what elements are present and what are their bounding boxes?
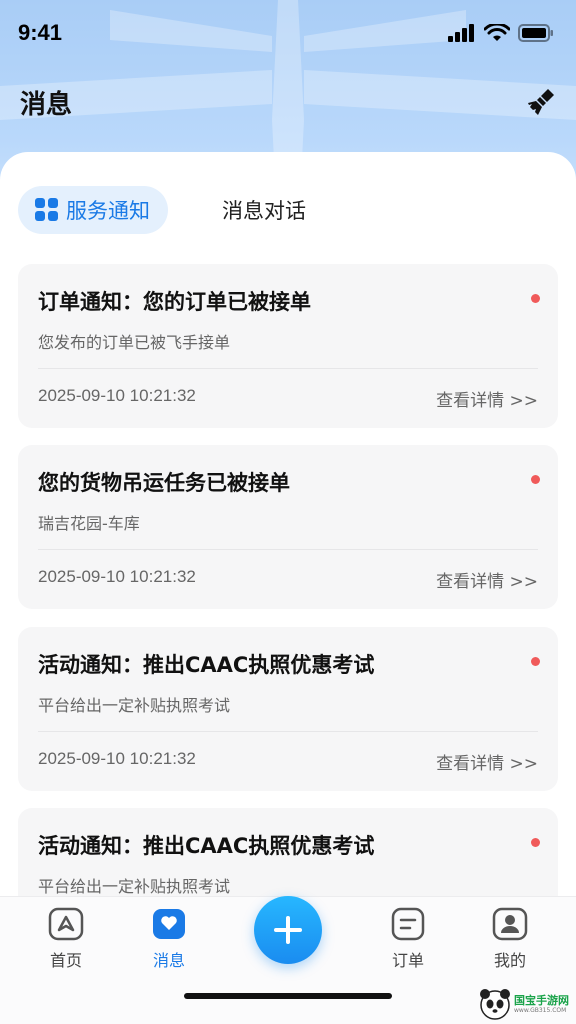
watermark-name: 国宝手游网 [514, 993, 569, 1007]
divider [38, 731, 538, 732]
message-time: 2025-09-10 10:21:32 [38, 386, 196, 405]
message-time: 2025-09-10 10:21:32 [38, 749, 196, 768]
divider [38, 549, 538, 550]
message-subtitle: 平台给出一定补贴执照考试 [38, 877, 231, 896]
view-details-link[interactable]: 查看详情 >> [436, 749, 538, 774]
signal-icon [448, 24, 474, 42]
tab-message-chat[interactable]: 消息对话 [222, 195, 306, 225]
publish-plus-button[interactable] [254, 896, 322, 964]
site-watermark: 国宝手游网 www.GB315.COM [478, 984, 574, 1024]
message-title: 订单通知：您的订单已被接单 [38, 290, 311, 314]
panda-logo-icon [480, 989, 510, 1020]
publish-button-area [0, 896, 576, 976]
view-details-link[interactable]: 查看详情 >> [436, 386, 538, 411]
message-time: 2025-09-10 10:21:32 [38, 567, 196, 586]
unread-dot [531, 657, 540, 666]
message-title: 活动通知：推出CAAC执照优惠考试 [38, 834, 375, 858]
message-subtitle: 瑞吉花园-车库 [38, 514, 140, 533]
status-bar: 9:41 [0, 0, 576, 66]
home-indicator [184, 993, 392, 999]
plus-icon [274, 916, 302, 944]
message-title: 您的货物吊运任务已被接单 [38, 471, 290, 495]
status-time: 9:41 [18, 20, 63, 45]
wifi-icon [484, 24, 510, 41]
battery-icon [518, 24, 553, 42]
message-subtitle: 您发布的订单已被飞手接单 [38, 333, 231, 352]
message-card[interactable]: 订单通知：您的订单已被接单 您发布的订单已被飞手接单 2025-09-10 10… [18, 264, 558, 428]
watermark-url: www.GB315.COM [514, 1006, 567, 1014]
clear-broom-icon[interactable] [526, 86, 558, 118]
content-sheet: 服务通知 消息对话 订单通知：您的订单已被接单 您发布的订单已被飞手接单 202… [0, 152, 576, 1024]
tab-service-notice-label: 服务通知 [66, 199, 150, 223]
message-subtitle: 平台给出一定补贴执照考试 [38, 696, 231, 715]
page-title: 消息 [20, 89, 73, 120]
unread-dot [531, 838, 540, 847]
message-card[interactable]: 活动通知：推出CAAC执照优惠考试 平台给出一定补贴执照考试 2025-09-1… [18, 627, 558, 791]
grid-icon [35, 198, 58, 221]
tab-service-notice[interactable]: 服务通知 [18, 186, 168, 234]
message-title: 活动通知：推出CAAC执照优惠考试 [38, 653, 375, 677]
view-details-link[interactable]: 查看详情 >> [436, 567, 538, 592]
status-icons [448, 24, 554, 42]
page-header: 消息 [0, 74, 576, 130]
unread-dot [531, 294, 540, 303]
message-tabs: 服务通知 消息对话 [18, 186, 306, 234]
message-card[interactable]: 您的货物吊运任务已被接单 瑞吉花园-车库 2025-09-10 10:21:32… [18, 445, 558, 609]
unread-dot [531, 475, 540, 484]
divider [38, 368, 538, 369]
